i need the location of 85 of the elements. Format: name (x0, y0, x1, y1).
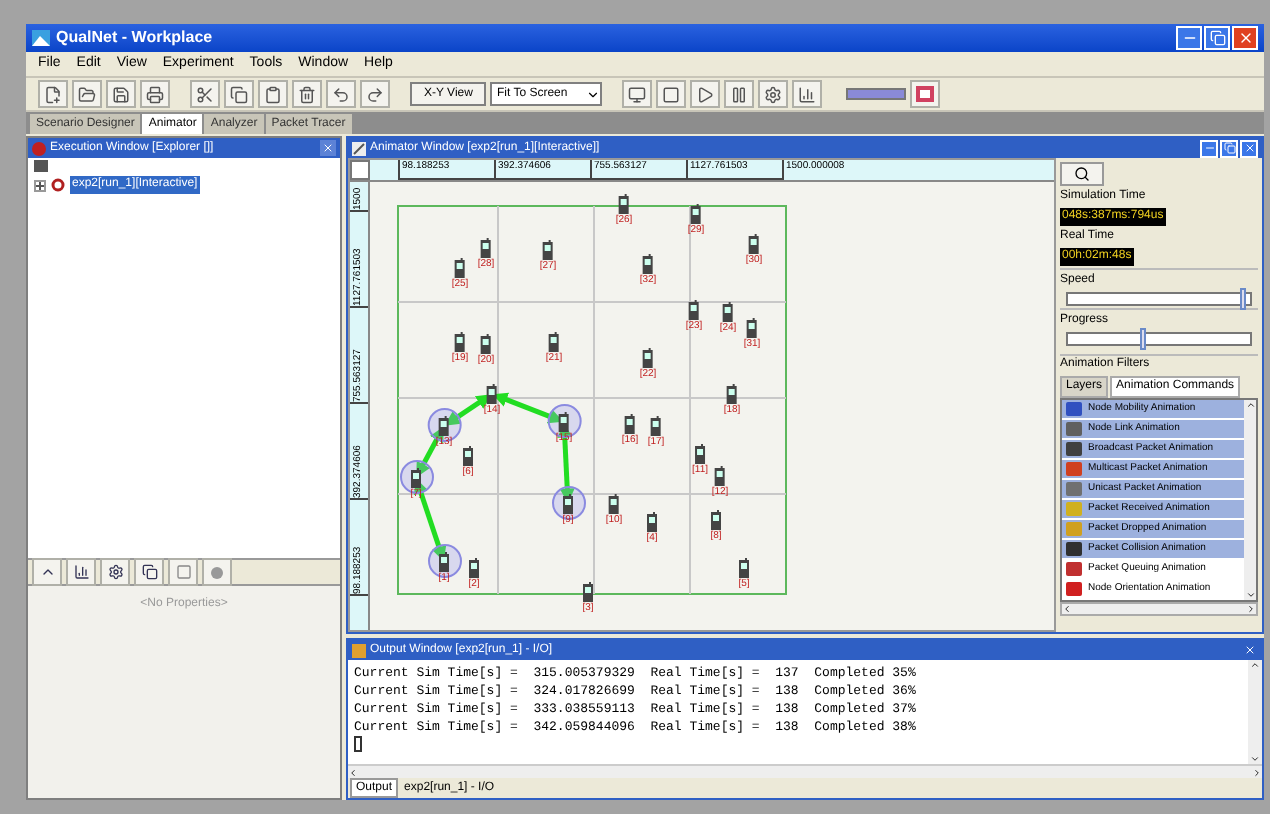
phone-icon[interactable] (608, 494, 620, 514)
phone-icon[interactable] (480, 238, 492, 258)
slider-track[interactable] (1066, 332, 1252, 346)
phone-icon[interactable] (454, 332, 466, 352)
phone-icon[interactable] (438, 552, 450, 572)
panel-icon (32, 141, 46, 155)
minimize-button[interactable] (1200, 139, 1218, 157)
phone-icon[interactable] (548, 332, 560, 352)
scrollbar[interactable] (1248, 660, 1262, 764)
experiment-icon (50, 178, 66, 192)
phone-icon[interactable] (624, 414, 636, 434)
phone-icon[interactable] (542, 240, 554, 260)
caret-icon (586, 87, 601, 101)
phone-icon[interactable] (690, 204, 702, 224)
slider-thumb[interactable] (1240, 288, 1247, 310)
phone-icon[interactable] (558, 412, 570, 432)
phone-icon[interactable] (688, 300, 700, 320)
settings-icon[interactable] (758, 80, 789, 108)
stop-icon[interactable] (656, 80, 687, 108)
save-icon[interactable] (106, 80, 136, 108)
redo-icon[interactable] (360, 80, 390, 108)
slider-track[interactable] (1066, 292, 1252, 306)
root-icon (34, 160, 48, 172)
restore-icon (1223, 142, 1235, 154)
new-file-icon[interactable] (38, 80, 68, 108)
phone-icon[interactable] (562, 494, 574, 514)
phone-icon[interactable] (726, 384, 738, 404)
phone-icon[interactable] (582, 582, 594, 602)
window-title: QualNet - Workplace (56, 26, 215, 50)
search-button[interactable] (1060, 162, 1104, 186)
close-button[interactable] (1242, 642, 1258, 658)
maximize-button[interactable] (1220, 139, 1238, 157)
pause-icon[interactable] (724, 80, 755, 108)
phone-icon[interactable] (454, 258, 466, 278)
play-icon[interactable] (690, 80, 721, 108)
search-icon (1074, 166, 1090, 182)
close-icon (1244, 644, 1256, 656)
phone-icon[interactable] (480, 334, 492, 354)
close-icon (1237, 30, 1253, 46)
maximize-button[interactable] (1204, 26, 1230, 50)
phone-icon[interactable] (714, 466, 726, 486)
phone-icon[interactable] (462, 446, 474, 466)
app-icon (32, 30, 50, 46)
folder-icon[interactable] (72, 80, 102, 108)
paste-icon[interactable] (258, 80, 288, 108)
phone-icon[interactable] (710, 510, 722, 530)
slider-thumb[interactable] (1140, 328, 1147, 350)
minimize-button[interactable] (1176, 26, 1202, 50)
copy-icon[interactable] (224, 80, 254, 108)
close-icon (322, 142, 334, 154)
scrollbar[interactable] (348, 764, 1262, 778)
phone-icon[interactable] (642, 254, 654, 274)
phone-icon[interactable] (650, 416, 662, 436)
delete-icon[interactable] (292, 80, 322, 108)
phone-icon[interactable] (468, 558, 480, 578)
phone-icon[interactable] (646, 512, 658, 532)
phone-icon[interactable] (738, 558, 750, 578)
phone-icon[interactable] (746, 318, 758, 338)
close-icon (1243, 142, 1255, 154)
cut-icon[interactable] (190, 80, 220, 108)
scrollbar[interactable] (1244, 400, 1256, 600)
phone-icon[interactable] (438, 416, 450, 436)
phone-icon[interactable] (642, 348, 654, 368)
bar-chart-icon[interactable] (792, 80, 823, 108)
phone-icon[interactable] (410, 468, 422, 488)
expander-icon[interactable] (34, 179, 46, 191)
close-button[interactable] (320, 140, 336, 156)
ruler-corner (350, 160, 370, 180)
panel-icon (352, 643, 366, 657)
phone-icon[interactable] (722, 302, 734, 322)
phone-icon[interactable] (748, 234, 760, 254)
record-icon[interactable] (910, 80, 941, 108)
color-swatch[interactable] (846, 88, 907, 100)
close-button[interactable] (1232, 26, 1258, 50)
undo-icon[interactable] (326, 80, 356, 108)
phone-icon[interactable] (618, 194, 630, 214)
monitor-icon[interactable] (622, 80, 653, 108)
phone-icon[interactable] (486, 384, 498, 404)
close-button[interactable] (1240, 139, 1258, 157)
restore-icon (1209, 30, 1225, 46)
minimize-icon (1203, 142, 1215, 154)
text-cursor (354, 736, 362, 752)
printer-icon[interactable] (140, 80, 170, 108)
phone-icon[interactable] (694, 444, 706, 464)
scrollbar[interactable] (1060, 602, 1258, 616)
